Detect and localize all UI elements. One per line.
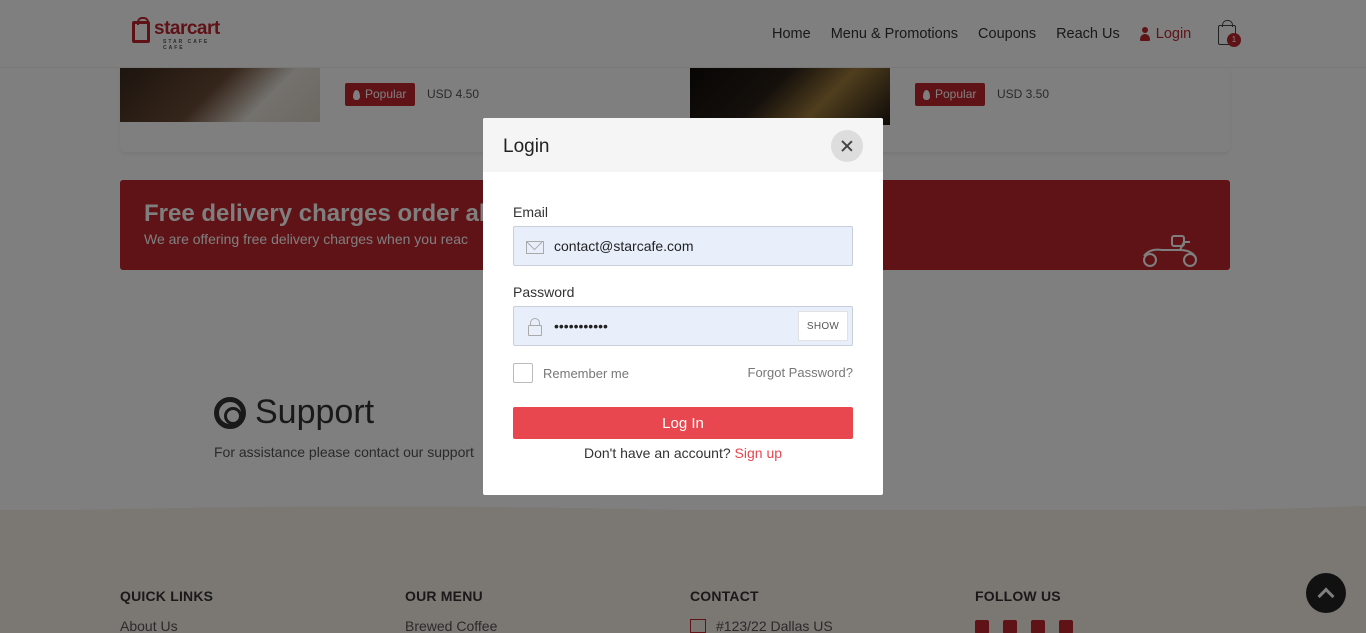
signup-prompt: Don't have an account? <box>583 445 731 461</box>
lock-icon <box>528 318 542 336</box>
password-icon-wrap <box>526 318 544 336</box>
remember-me-checkbox[interactable] <box>513 363 533 383</box>
show-password-button[interactable]: SHOW <box>798 311 848 341</box>
login-button[interactable]: Log In <box>513 407 853 439</box>
login-modal: Login Email Password SHOW Remember me Fo… <box>483 118 883 495</box>
signup-row: Don't have an account? Sign up <box>483 445 883 461</box>
password-field[interactable]: SHOW <box>513 306 853 346</box>
modal-header: Login <box>483 118 883 172</box>
password-label: Password <box>513 284 575 300</box>
close-button[interactable] <box>831 130 863 162</box>
password-input[interactable] <box>554 307 794 345</box>
signup-link[interactable]: Sign up <box>735 445 782 461</box>
email-label: Email <box>513 204 549 220</box>
close-icon <box>841 140 853 152</box>
mail-icon <box>526 241 544 254</box>
remember-me[interactable]: Remember me <box>513 363 629 383</box>
remember-me-label: Remember me <box>543 365 629 381</box>
forgot-password-link[interactable]: Forgot Password? <box>748 365 854 380</box>
email-field[interactable] <box>513 226 853 266</box>
modal-title: Login <box>503 136 550 157</box>
email-icon-wrap <box>526 238 544 256</box>
email-input[interactable] <box>554 227 794 265</box>
